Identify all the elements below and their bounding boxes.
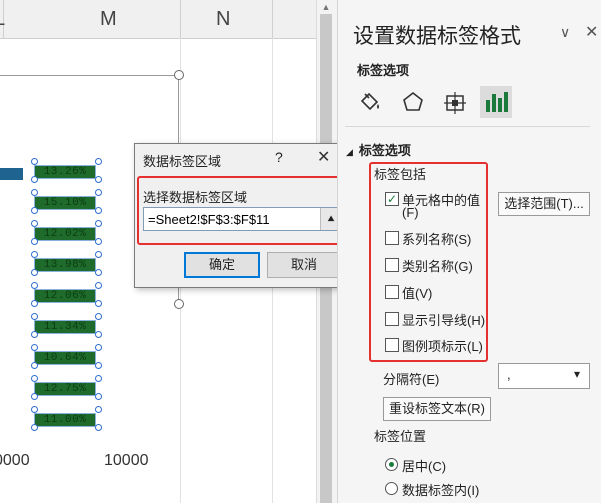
pane-title: 设置数据标签格式 (353, 25, 521, 48)
cancel-button[interactable]: 取消 (267, 252, 341, 278)
label-selection-handle[interactable] (31, 344, 38, 351)
label-selection-handle[interactable] (95, 282, 102, 289)
label-selection-handle[interactable] (95, 220, 102, 227)
size-icon[interactable] (441, 88, 469, 116)
label-selection-handle[interactable] (31, 406, 38, 413)
label-selection-handle[interactable] (31, 176, 38, 183)
highlight-box (369, 162, 488, 362)
label-selection-handle[interactable] (31, 282, 38, 289)
scroll-up-icon[interactable]: ▲ (320, 2, 332, 12)
axis-tick-label: 10000 (104, 452, 149, 469)
pentagon-icon[interactable] (399, 88, 427, 116)
label-selection-handle[interactable] (95, 313, 102, 320)
separator-label: 分隔符(E) (383, 372, 440, 387)
ok-button[interactable]: 确定 (184, 252, 260, 278)
data-label-chip[interactable]: 12.06% (34, 289, 96, 303)
pane-scrollbar[interactable] (590, 126, 601, 503)
label-selection-handle[interactable] (95, 300, 102, 307)
label-selection-handle[interactable] (31, 158, 38, 165)
label-selection-handle[interactable] (95, 207, 102, 214)
label-selection-handle[interactable] (95, 424, 102, 431)
chevron-down-icon[interactable]: ▾ (574, 367, 580, 381)
label-selection-handle[interactable] (31, 238, 38, 245)
label-selection-handle[interactable] (95, 158, 102, 165)
fill-icon[interactable] (357, 88, 385, 116)
label-selection-handle[interactable] (31, 300, 38, 307)
data-label-chip[interactable]: 12.02% (34, 227, 96, 241)
separator-value: , (507, 367, 511, 382)
collapse-triangle-icon[interactable]: ◢ (346, 147, 353, 157)
label-selection-handle[interactable] (31, 375, 38, 382)
chart-bar[interactable] (0, 168, 23, 180)
column-header-m[interactable]: M (100, 8, 117, 31)
chart-resize-handle[interactable] (174, 70, 184, 80)
label-selection-handle[interactable] (31, 207, 38, 214)
pane-subtitle[interactable]: 标签选项 (357, 60, 409, 79)
label-selection-handle[interactable] (95, 393, 102, 400)
chart-resize-handle[interactable] (174, 299, 184, 309)
column-header-bar (0, 0, 316, 39)
label-selection-handle[interactable] (31, 313, 38, 320)
data-label-chip[interactable]: 15.10% (34, 196, 96, 210)
label-selection-handle[interactable] (95, 251, 102, 258)
bar-chart-icon[interactable] (482, 88, 510, 116)
label-selection-handle[interactable] (31, 269, 38, 276)
separator-dropdown[interactable]: , ▾ (498, 363, 590, 389)
help-button[interactable]: ? (275, 149, 283, 165)
center-radio[interactable] (385, 458, 398, 471)
section-label: 标签选项 (358, 143, 411, 158)
close-icon[interactable]: ✕ (585, 22, 598, 42)
inside-end-radio[interactable] (385, 482, 398, 495)
label-selection-handle[interactable] (95, 362, 102, 369)
label-selection-handle[interactable] (95, 269, 102, 276)
label-selection-handle[interactable] (95, 344, 102, 351)
column-separator (180, 0, 181, 38)
data-label-chip[interactable]: 13.26% (34, 165, 96, 179)
option-label: 数据标签内(I) (402, 483, 480, 498)
label-position-heading: 标签位置 (374, 429, 427, 444)
select-range-button[interactable]: 选择范围(T)... (498, 192, 590, 216)
highlight-box (137, 176, 347, 245)
data-label-chip[interactable]: 11.00% (34, 413, 96, 427)
label-selection-handle[interactable] (31, 189, 38, 196)
label-selection-handle[interactable] (31, 331, 38, 338)
dialog-title: 数据标签区域 (143, 154, 222, 169)
data-label-chip[interactable]: 12.75% (34, 382, 96, 396)
label-selection-handle[interactable] (95, 406, 102, 413)
axis-tick-label: 0000 (0, 452, 30, 469)
divider (345, 126, 601, 127)
label-selection-handle[interactable] (95, 331, 102, 338)
chevron-down-icon[interactable]: ∨ (560, 24, 570, 41)
label-selection-handle[interactable] (95, 238, 102, 245)
data-label-chip[interactable]: 11.34% (34, 320, 96, 334)
label-selection-handle[interactable] (95, 176, 102, 183)
label-selection-handle[interactable] (31, 393, 38, 400)
section-label-options[interactable]: ◢ 标签选项 (346, 140, 411, 159)
column-header-l[interactable]: L (0, 8, 5, 31)
label-selection-handle[interactable] (95, 189, 102, 196)
column-header-n[interactable]: N (216, 8, 230, 31)
close-icon[interactable]: ✕ (317, 147, 330, 167)
label-selection-handle[interactable] (31, 362, 38, 369)
label-selection-handle[interactable] (95, 375, 102, 382)
option-label: 居中(C) (402, 459, 447, 474)
data-label-chip[interactable]: 10.64% (34, 351, 96, 365)
reset-label-text-button[interactable]: 重设标签文本(R) (383, 397, 491, 421)
label-selection-handle[interactable] (31, 251, 38, 258)
label-selection-handle[interactable] (31, 424, 38, 431)
column-separator (272, 0, 273, 38)
label-selection-handle[interactable] (31, 220, 38, 227)
radio-selected-dot (389, 462, 394, 467)
data-label-chip[interactable]: 13.98% (34, 258, 96, 272)
